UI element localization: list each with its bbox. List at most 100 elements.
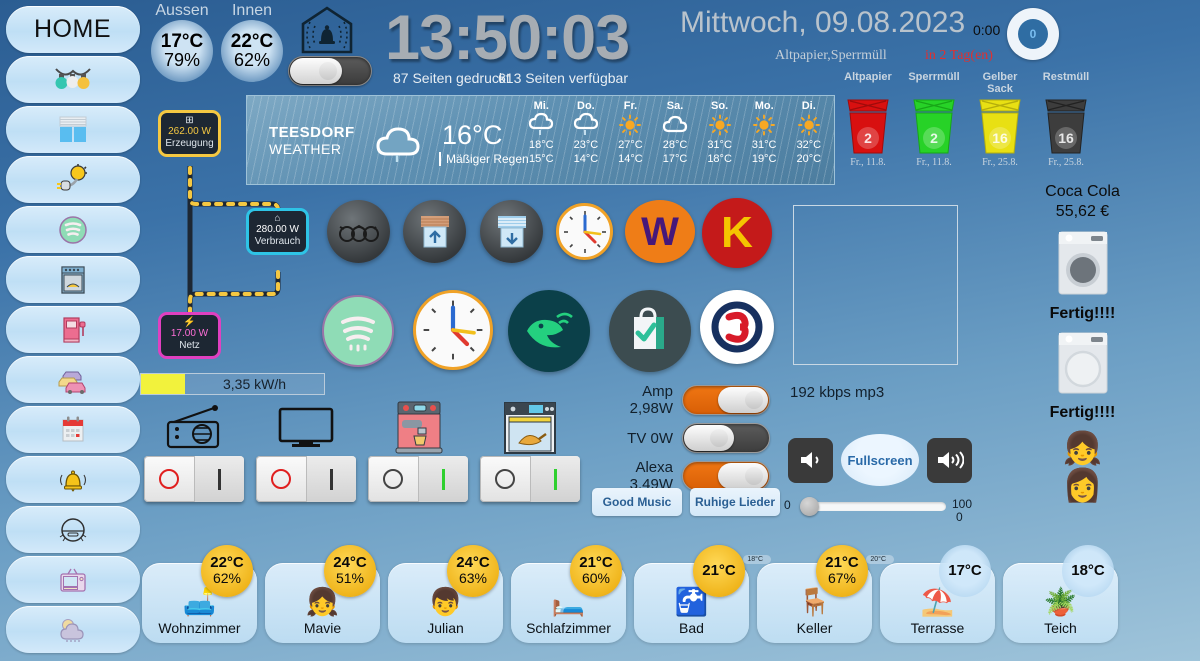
radio-icon (166, 405, 220, 449)
waste-bin[interactable]: Restmüll 16 Fr., 25.8. (1036, 71, 1096, 182)
app-shopping[interactable] (609, 290, 691, 372)
cloud-rain-icon (529, 112, 554, 135)
sidebar-item-calendar[interactable] (5, 406, 140, 453)
preset-ruhige-lieder[interactable]: Ruhige Lieder (690, 488, 780, 516)
oven-icon (60, 265, 85, 294)
sidebar-item-vacuum[interactable] (5, 506, 140, 553)
room-humidity: 67% (827, 570, 857, 587)
sidebar-item-spotify[interactable] (5, 206, 140, 253)
room-tile[interactable]: ⛱️ Terrasse 17°C (880, 545, 995, 643)
room-tile[interactable]: 🚰 Bad 21°C 18°C (634, 545, 771, 643)
volume-down-button[interactable] (788, 437, 833, 483)
forecast-day-name: Mi. (533, 100, 549, 112)
forecast-high: 31°C (751, 139, 777, 151)
volume-thumb[interactable] (800, 497, 819, 516)
tv-off-side[interactable] (256, 456, 306, 502)
app-blinds-up[interactable] (403, 200, 466, 263)
waste-bin[interactable]: Sperrmüll 2 Fr., 11.8. (904, 71, 964, 182)
radio-rocker-switch[interactable] (144, 456, 244, 502)
media-toggle[interactable] (682, 461, 770, 491)
room-tile[interactable]: 👧 Mavie 24°C 51% (265, 545, 380, 643)
media-switch-row: TV 0W (596, 423, 770, 453)
waste-bin[interactable]: Gelber Sack 16 Fr., 25.8. (970, 71, 1030, 182)
oven-rocker-switch[interactable] (480, 456, 580, 502)
app-k[interactable]: K (702, 198, 772, 268)
app-wien[interactable]: W (625, 200, 695, 263)
clock-icon (563, 210, 606, 253)
dryer-icon (1058, 332, 1107, 394)
forecast-high: 23°C (573, 139, 599, 151)
dryer-status: Fertig!!!! (1049, 404, 1116, 421)
waste-bins: Altpapier 2 Fr., 11.8. Sperrmüll 2 Fr., 11.8.… (838, 71, 1200, 182)
app-spotify[interactable] (322, 295, 394, 367)
room-tile[interactable]: 🛋️ Wohnzimmer 22°C 62% (142, 545, 257, 643)
oe3-icon (711, 301, 763, 353)
energy-node-production[interactable]: ⊞ 262.00 W Erzeugung (158, 110, 221, 157)
room-temp-badge: 22°C 62% (201, 545, 253, 597)
room-tile[interactable]: 🪴 Teich 18°C (1003, 545, 1118, 643)
progress-ring[interactable]: 0 (1007, 8, 1059, 60)
room-tile[interactable]: 🪑 Keller 21°C 67% 20°C (757, 545, 894, 643)
preset-good-music[interactable]: Good Music (592, 488, 682, 516)
current-date: Mittwoch, 09.08.2023 (680, 6, 966, 39)
sidebar-item-lights[interactable] (5, 56, 140, 103)
tv-rocker-switch[interactable] (256, 456, 356, 502)
album-art-placeholder[interactable] (793, 205, 958, 365)
coffee-rocker-switch[interactable] (368, 456, 468, 502)
dryer-widget[interactable]: Fertig!!!! (965, 329, 1200, 422)
sidebar-item-home[interactable]: HOME (5, 6, 140, 53)
sidebar-item-blinds[interactable] (5, 106, 140, 153)
volume-slider[interactable]: 0 100 0 (784, 497, 972, 524)
room-tile[interactable]: 👦 Julian 24°C 63% (388, 545, 503, 643)
media-switch-row: Alexa 3,49W (596, 459, 770, 493)
waste-bin[interactable]: Altpapier 2 Fr., 11.8. (838, 71, 898, 182)
room-name: Schlafzimmer (526, 620, 611, 636)
media-toggle[interactable] (682, 423, 770, 453)
sidebar-item-solar[interactable] (5, 156, 140, 203)
washing-machine-widget[interactable]: Fertig!!!! (965, 228, 1200, 323)
coffee-off-side[interactable] (368, 456, 418, 502)
app-oe3[interactable] (700, 290, 774, 364)
app-kiwi[interactable] (508, 290, 590, 372)
person-mavie-avatar[interactable]: 👧 (965, 430, 1200, 467)
room-name: Terrasse (910, 620, 965, 636)
room-temperature: 21°C (825, 554, 859, 572)
coffee-on-side[interactable] (418, 456, 468, 502)
clock-icon (423, 300, 483, 360)
room-tile[interactable]: 🛏️ Schlafzimmer 21°C 60% (511, 545, 626, 643)
production-value: 262.00 W (168, 126, 211, 137)
inside-temperature: 22°C (230, 30, 274, 52)
svg-text:16: 16 (1058, 130, 1074, 146)
sidebar-item-fuel[interactable] (5, 306, 140, 353)
sidebar-item-oven[interactable] (5, 256, 140, 303)
consumption-value: 280.00 W (256, 224, 299, 235)
app-clock-1[interactable] (556, 203, 613, 260)
app-clock-2[interactable] (413, 290, 493, 370)
oven-on-side[interactable] (530, 456, 580, 502)
sidebar-item-traffic[interactable] (5, 356, 140, 403)
forecast-day-name: So. (711, 100, 729, 112)
radio-on-side[interactable] (194, 456, 244, 502)
svg-text:2: 2 (864, 130, 872, 146)
volume-track[interactable] (806, 502, 946, 511)
media-toggle[interactable] (682, 385, 770, 415)
sidebar-item-alarm[interactable] (5, 456, 140, 503)
radio-off-side[interactable] (144, 456, 194, 502)
person-adult-avatar[interactable]: 👩 (965, 467, 1200, 504)
energy-node-grid[interactable]: ⚡ 17.00 W Netz (158, 312, 221, 359)
waste-days: in 2 Tag(en) (925, 48, 993, 63)
wien-w-icon: W (641, 209, 679, 254)
forecast-day: Fr. 27°C 14°C (608, 100, 653, 166)
media-toggle-knob (718, 387, 768, 413)
energy-node-consumption[interactable]: ⌂ 280.00 W Verbrauch (246, 208, 309, 255)
app-blinds-down[interactable] (480, 200, 543, 263)
sidebar-item-weather[interactable] (5, 606, 140, 653)
sidebar-item-tv[interactable] (5, 556, 140, 603)
weather-current-desc: Mäßiger Regen (439, 152, 529, 166)
alarm-toggle[interactable] (288, 56, 372, 86)
oven-off-side[interactable] (480, 456, 530, 502)
app-glasses[interactable] (327, 200, 390, 263)
volume-buttons: Fullscreen (788, 434, 972, 486)
fullscreen-button[interactable]: Fullscreen (841, 434, 919, 486)
tv-on-side[interactable] (306, 456, 356, 502)
